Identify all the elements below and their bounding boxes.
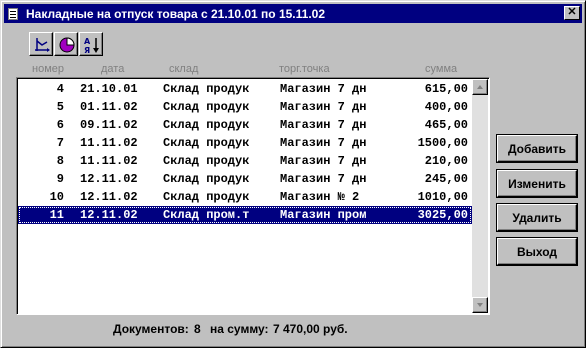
row-date: 12.11.02 (80, 190, 138, 204)
row-warehouse: Склад продук (163, 118, 250, 132)
row-sum: 465,00 (424, 118, 468, 132)
row-sum: 400,00 (424, 100, 468, 114)
row-number: 4 (56, 82, 64, 96)
row-number: 10 (49, 190, 64, 204)
row-date: 21.10.01 (80, 82, 138, 96)
row-date: 11.11.02 (80, 154, 138, 168)
svg-text:Я: Я (84, 46, 90, 54)
col-date[interactable]: дата (101, 63, 124, 75)
pie-chart-button[interactable] (54, 32, 78, 56)
row-warehouse: Склад продук (163, 136, 250, 150)
row-date: 01.11.02 (80, 100, 138, 114)
row-store: Магазин № 2 (280, 190, 360, 204)
row-number: 9 (56, 172, 64, 186)
row-warehouse: Склад продук (163, 172, 250, 186)
column-headers: номер дата склад торг.точка сумма (1, 63, 586, 77)
row-warehouse: Склад продук (163, 82, 250, 96)
row-sum: 3025,00 (417, 208, 468, 222)
table-row[interactable]: 5 01.11.02 Склад продук Магазин 7 дн 400,00 (18, 98, 472, 116)
row-sum: 1500,00 (417, 136, 468, 150)
add-button[interactable]: Добавить (497, 135, 577, 162)
row-store: Магазин 7 дн (280, 136, 367, 150)
row-store: Магазин пром (280, 208, 367, 222)
table-row[interactable]: 11 12.11.02 Склад пром.т Магазин пром 3025,0… (18, 206, 472, 224)
row-date: 12.11.02 (80, 172, 138, 186)
sort-az-icon: A Я (84, 37, 99, 54)
pie-chart-icon (59, 37, 75, 53)
invoice-rows: 4 21.10.01 Склад продук Магазин 7 дн 615,00 5… (18, 80, 472, 224)
col-warehouse[interactable]: склад (169, 63, 198, 75)
row-number: 11 (49, 208, 64, 222)
row-store: Магазин 7 дн (280, 118, 367, 132)
row-sum: 1010,00 (417, 190, 468, 204)
row-number: 6 (56, 118, 64, 132)
axis-chart-icon (35, 38, 50, 52)
col-store[interactable]: торг.точка (279, 63, 330, 75)
delete-button[interactable]: Удалить (497, 204, 577, 231)
axis-chart-button[interactable] (29, 32, 53, 56)
svg-text:A: A (84, 37, 91, 46)
documents-count: 8 (194, 322, 201, 336)
row-number: 5 (56, 100, 64, 114)
sort-button[interactable]: A Я (79, 32, 103, 56)
scroll-down-button[interactable] (472, 297, 488, 313)
row-number: 7 (56, 136, 64, 150)
document-icon (6, 7, 22, 21)
row-store: Магазин 7 дн (280, 100, 367, 114)
scroll-up-button[interactable] (472, 79, 488, 95)
arrow-up-icon (477, 85, 483, 89)
table-row[interactable]: 7 11.11.02 Склад продук Магазин 7 дн 1500,00 (18, 134, 472, 152)
row-sum: 245,00 (424, 172, 468, 186)
exit-button[interactable]: Выход (497, 238, 577, 265)
documents-label: Документов: (113, 322, 189, 336)
edit-button[interactable]: Изменить (497, 170, 577, 197)
row-sum: 615,00 (424, 82, 468, 96)
row-warehouse: Склад продук (163, 154, 250, 168)
invoice-list[interactable]: 4 21.10.01 Склад продук Магазин 7 дн 615,00 5… (16, 77, 490, 315)
row-warehouse: Склад продук (163, 190, 250, 204)
vertical-scrollbar[interactable] (472, 79, 488, 313)
table-row[interactable]: 9 12.11.02 Склад продук Магазин 7 дн 245,00 (18, 170, 472, 188)
row-warehouse: Склад пром.т (163, 208, 250, 222)
invoices-window: Накладные на отпуск товара с 21.10.01 по… (0, 0, 586, 348)
row-store: Магазин 7 дн (280, 82, 367, 96)
row-date: 09.11.02 (80, 118, 138, 132)
row-store: Магазин 7 дн (280, 154, 367, 168)
row-number: 8 (56, 154, 64, 168)
row-warehouse: Склад продук (163, 100, 250, 114)
col-sum[interactable]: сумма (425, 63, 457, 75)
sum-value: 7 470,00 руб. (273, 322, 348, 336)
sum-label: на сумму: (210, 322, 269, 336)
title-bar[interactable]: Накладные на отпуск товара с 21.10.01 по… (4, 4, 582, 23)
col-number[interactable]: номер (32, 63, 64, 75)
window-title: Накладные на отпуск товара с 21.10.01 по… (26, 6, 326, 21)
row-sum: 210,00 (424, 154, 468, 168)
row-date: 12.11.02 (80, 208, 138, 222)
arrow-down-icon (477, 303, 483, 307)
table-row[interactable]: 6 09.11.02 Склад продук Магазин 7 дн 465,00 (18, 116, 472, 134)
table-row[interactable]: 4 21.10.01 Склад продук Магазин 7 дн 615,00 (18, 80, 472, 98)
close-button[interactable]: ✕ (564, 6, 580, 20)
table-row[interactable]: 8 11.11.02 Склад продук Магазин 7 дн 210,00 (18, 152, 472, 170)
table-row[interactable]: 10 12.11.02 Склад продук Магазин № 2 1010,00 (18, 188, 472, 206)
row-store: Магазин 7 дн (280, 172, 367, 186)
row-date: 11.11.02 (80, 136, 138, 150)
